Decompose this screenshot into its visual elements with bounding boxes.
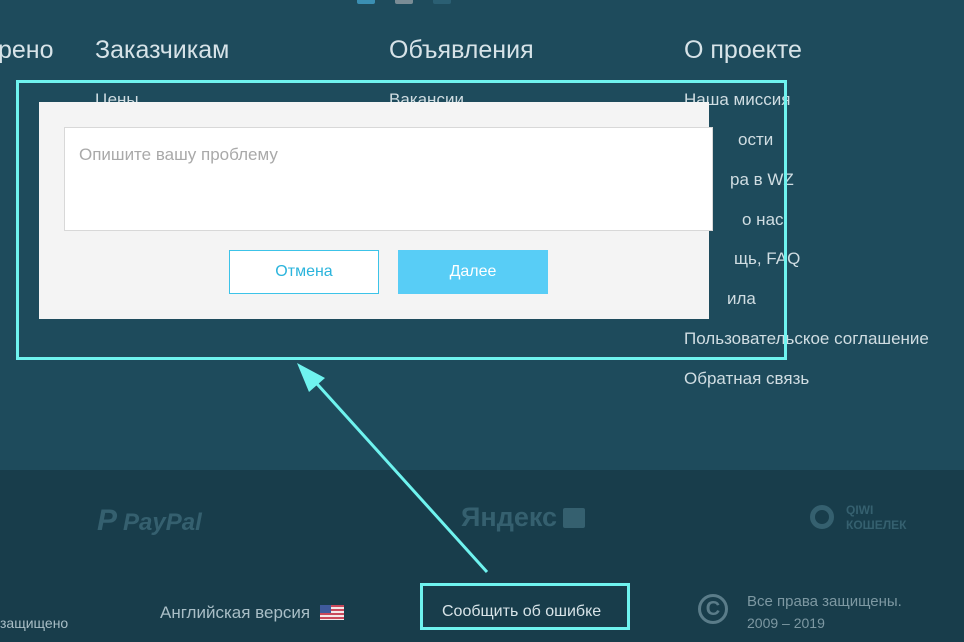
column-heading-customers: Заказчикам — [95, 36, 230, 64]
copyright-icon: C — [698, 594, 728, 624]
us-flag-icon — [319, 605, 344, 620]
rights-text: Все права защищены. — [747, 593, 902, 610]
column-heading-about: О проекте — [684, 36, 802, 64]
column-heading-announcements: Объявления — [389, 36, 534, 64]
column-heading-partial: рено — [0, 36, 54, 64]
rights-fragment: защищено — [0, 615, 69, 631]
english-version-label: Английская версия — [160, 603, 311, 622]
paypal-text: PayPal — [123, 509, 202, 536]
wallet-icon — [563, 508, 586, 528]
paypal-icon: P — [97, 504, 118, 537]
qiwi-top-text: QIWI — [846, 503, 874, 517]
window-icon — [433, 0, 451, 4]
qiwi-bottom-text: КОШЕЛЕК — [846, 518, 907, 532]
english-version-link[interactable]: Английская версия — [160, 603, 344, 623]
paypal-logo: P PayPal — [97, 504, 202, 538]
dialog-highlight-frame — [16, 80, 787, 360]
yandex-text: Яндекс — [461, 502, 558, 532]
yandex-logo: Яндекс — [461, 502, 586, 533]
monitor-icon — [395, 0, 413, 4]
years-text: 2009 – 2019 — [747, 615, 825, 631]
arrow-head — [297, 363, 325, 392]
link-feedback[interactable]: Обратная связь — [684, 369, 809, 389]
qiwi-logo: QIWI КОШЕЛЕК — [810, 503, 906, 533]
qiwi-icon — [810, 505, 834, 529]
app-icon — [357, 0, 375, 4]
report-error-highlight-frame — [420, 583, 630, 630]
